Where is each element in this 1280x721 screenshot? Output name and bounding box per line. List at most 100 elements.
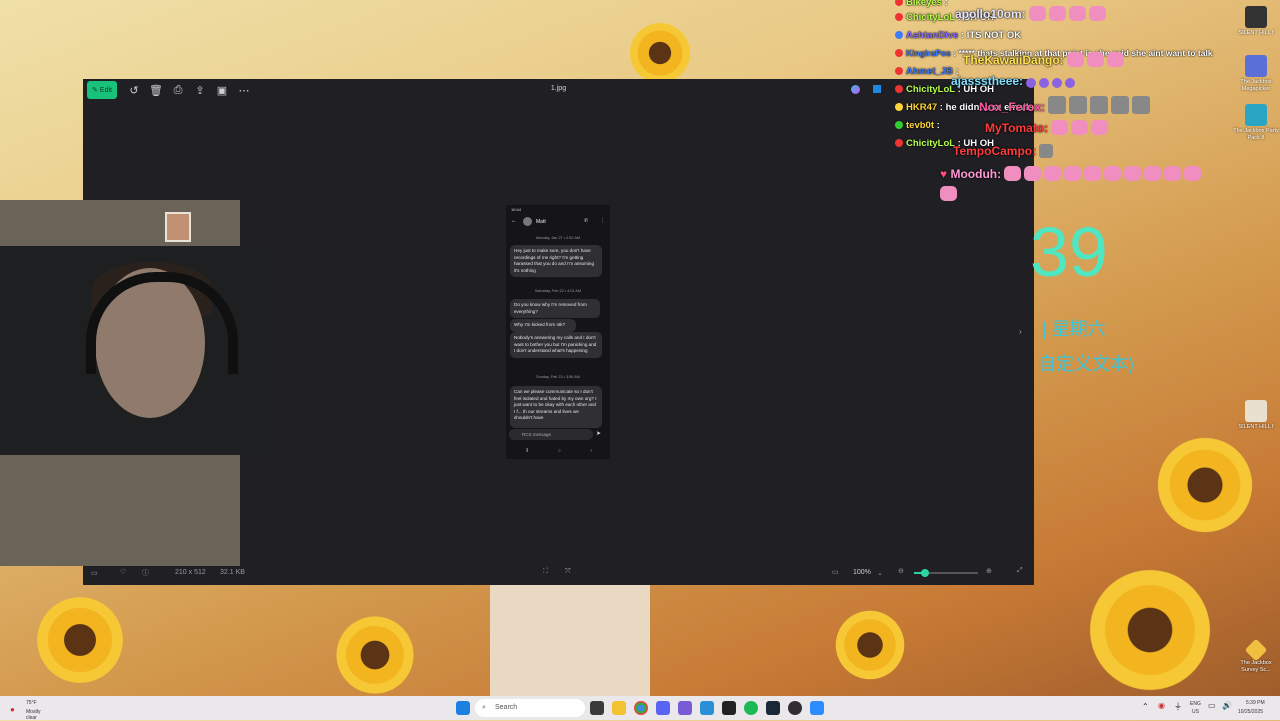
obs-icon[interactable] — [788, 701, 802, 715]
chat-message: Bikeyes : — [895, 0, 948, 8]
home-icon: ○ — [557, 448, 561, 454]
next-image-icon[interactable]: › — [1019, 327, 1022, 336]
zoom-in-icon[interactable]: ⊕ — [986, 567, 992, 575]
info-icon[interactable]: ⓘ — [142, 568, 149, 578]
game-icon — [1245, 104, 1267, 126]
game-icon — [1245, 400, 1267, 422]
desktop-icon-label: SILENT HILL f — [1238, 30, 1274, 36]
heart-icon: ♥ — [940, 167, 948, 181]
chat-text: : — [936, 120, 940, 131]
sunflower-decoration — [625, 18, 695, 88]
zoom-slider-handle[interactable] — [921, 569, 929, 577]
desktop-icon-silent-hill-2[interactable]: SILENT HILL f — [1232, 400, 1280, 431]
clock-time[interactable]: 5:39 PM — [1246, 700, 1265, 706]
desktop-icon-label: SILENT HILL f — [1238, 424, 1274, 430]
contact-name: Matt — [536, 219, 546, 225]
emote-icon — [1164, 166, 1182, 181]
zoom-slider[interactable] — [914, 569, 978, 577]
emote-icon — [1132, 96, 1151, 114]
file-explorer-icon[interactable] — [590, 701, 604, 715]
character-art — [490, 585, 650, 696]
tray-app-icon[interactable]: ◉ — [1158, 701, 1165, 710]
chat-text: : ITS NOT OK — [960, 30, 1022, 41]
message-bubble: Nobody's answering my calls and I don't … — [510, 332, 602, 358]
desktop-icon-silent-hill[interactable]: SILENT HILL f — [1232, 6, 1280, 37]
folder-icon[interactable] — [612, 701, 626, 715]
chat-username: ChicityLoL — [906, 12, 955, 23]
clock-widget-time: 39 — [1030, 213, 1108, 291]
weather-desc: Mostly clear — [26, 709, 41, 721]
tray-overflow-icon[interactable]: ⌃ — [1142, 702, 1149, 711]
weather-widget[interactable]: ● 75°F Mostly clear — [10, 699, 40, 721]
emote-icon — [1084, 166, 1102, 181]
zoom-out-icon[interactable]: ⊖ — [898, 567, 904, 575]
dimensions-text: 210 x 512 — [175, 569, 206, 576]
emote-icon — [1052, 78, 1063, 88]
clock-widget-day: | 星期六 — [1042, 319, 1106, 339]
language-text[interactable]: ENG — [1190, 701, 1201, 707]
photos-icon[interactable] — [810, 701, 824, 715]
stream-chat: Bikeyes : ChicityLoL : UH OH AshtanDive … — [895, 0, 1280, 205]
discord-icon[interactable] — [656, 701, 670, 715]
region-text[interactable]: US — [1192, 709, 1199, 715]
fullscreen-icon[interactable]: ⤢ — [1017, 567, 1023, 575]
file-name: 1.jpg — [550, 85, 567, 92]
clock-date[interactable]: 10/25/2025 — [1238, 709, 1263, 715]
network-icon[interactable]: ▭ — [1208, 701, 1216, 710]
message-bubble: Can we please communicate so I don't fee… — [510, 386, 602, 428]
chat-message: tevb0t : — [895, 120, 940, 131]
taskbar: ● 75°F Mostly clear ⌕ Search ⌃ ◉ ⏚ ENG U… — [0, 696, 1280, 721]
copilot-icon[interactable] — [851, 85, 860, 94]
emote-icon — [1111, 96, 1130, 114]
picture-frame — [165, 212, 191, 242]
emote-icon — [940, 186, 957, 201]
app-icon[interactable] — [700, 701, 714, 715]
zoom-select[interactable]: 100% — [853, 569, 871, 576]
overlay-message: ♥ Mooduh: — [940, 166, 1204, 181]
chat-message: AshtanDive : ITS NOT OK — [895, 30, 1021, 41]
overlay-message: Nox_Ferox: — [979, 96, 1153, 114]
chat-username: AshtanDive — [906, 30, 959, 41]
filmstrip-icon[interactable]: ▭ — [91, 569, 98, 577]
chat-text: : — [944, 0, 948, 8]
start-icon[interactable] — [456, 701, 470, 715]
chrome-icon[interactable] — [634, 701, 648, 715]
sunflower-decoration — [30, 590, 130, 690]
emote-icon — [1029, 6, 1047, 21]
usb-icon[interactable]: ⏚ — [1174, 701, 1182, 712]
desktop-icon-label: The Jackbox Party Pack 8 — [1233, 128, 1279, 141]
emote-icon — [1069, 96, 1088, 114]
desktop-icon-jackbox-survey[interactable]: The Jackbox Survey Sc... — [1232, 638, 1280, 673]
emote-icon — [1107, 52, 1125, 67]
game-icon — [1245, 6, 1267, 28]
fit-window-icon[interactable]: ▭ — [832, 568, 839, 576]
volume-icon[interactable]: 🔊 — [1222, 701, 1232, 710]
fit-icon[interactable]: ⛶ — [543, 568, 548, 576]
app-icon[interactable] — [722, 701, 736, 715]
badge-icon — [895, 103, 903, 111]
chat-username: tevb0t — [906, 120, 934, 131]
emote-icon — [1026, 78, 1037, 88]
desktop-icon-jackbox-megapicker[interactable]: The Jackbox Megapicker — [1232, 55, 1280, 92]
emote-icon — [1065, 78, 1076, 88]
emote-icon — [1024, 166, 1042, 181]
actual-size-icon[interactable]: ⤧ — [565, 568, 571, 576]
emote-icon — [1087, 52, 1105, 67]
emote-icon — [1048, 96, 1067, 114]
photos-app-icon[interactable] — [873, 85, 881, 93]
emote-icon — [1104, 166, 1122, 181]
emote-icon — [1069, 6, 1087, 21]
sunflower-decoration — [830, 605, 910, 685]
app-icon[interactable] — [678, 701, 692, 715]
overlay-username: MyTomato: — [985, 121, 1049, 135]
search-box[interactable]: ⌕ Search — [475, 699, 585, 717]
emote-icon — [1124, 166, 1142, 181]
spotify-icon[interactable] — [744, 701, 758, 715]
desktop-icon-jackbox-8[interactable]: The Jackbox Party Pack 8 — [1232, 104, 1280, 141]
desktop-icon-label: The Jackbox Survey Sc... — [1240, 660, 1272, 673]
badge-icon — [895, 0, 903, 6]
steam-icon[interactable] — [766, 701, 780, 715]
favorite-icon[interactable]: ♡ — [120, 568, 126, 576]
message-input-placeholder: RCS message — [522, 432, 552, 437]
chevron-down-icon: ⌄ — [877, 570, 883, 577]
